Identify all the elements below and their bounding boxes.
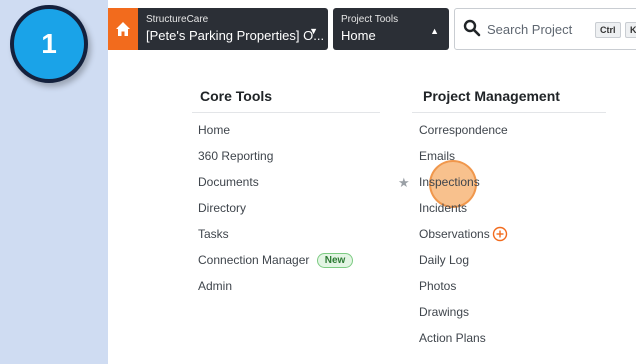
home-icon	[116, 22, 130, 36]
project-tools-selector[interactable]: Project Tools Home ▲	[333, 8, 449, 50]
tool-link-documents[interactable]: Documents	[198, 175, 259, 189]
tool-link-360-reporting[interactable]: 360 Reporting	[198, 149, 273, 163]
tool-link-correspondence[interactable]: Correspondence	[419, 123, 508, 137]
tool-link-home[interactable]: Home	[198, 123, 230, 137]
caret-down-icon: ▼	[309, 26, 318, 36]
top-navigation-bar: StructureCare [Pete's Parking Properties…	[108, 0, 636, 58]
search-project-input[interactable]: Search Project Ctrl K	[454, 8, 636, 50]
tool-link-tasks[interactable]: Tasks	[198, 227, 229, 241]
search-icon	[463, 19, 481, 37]
step-number: 1	[41, 28, 57, 59]
tool-link-directory[interactable]: Directory	[198, 201, 246, 215]
tool-link-admin[interactable]: Admin	[198, 279, 232, 293]
tool-link-connection-manager[interactable]: Connection Manager	[198, 253, 309, 267]
core-tools-heading: Core Tools	[200, 88, 273, 104]
new-badge: New	[316, 253, 354, 268]
core-tools-divider	[192, 112, 380, 113]
tool-link-photos[interactable]: Photos	[419, 279, 456, 293]
tools-label: Project Tools	[341, 14, 399, 25]
add-circle-icon[interactable]	[492, 226, 508, 242]
tool-link-daily-log[interactable]: Daily Log	[419, 253, 469, 267]
tool-link-connection-manager-row[interactable]: Connection Manager New	[198, 253, 354, 268]
tool-link-inspections[interactable]: Inspections	[419, 175, 480, 189]
tool-link-drawings[interactable]: Drawings	[419, 305, 469, 319]
project-management-heading: Project Management	[423, 88, 560, 104]
project-name: [Pete's Parking Properties] O...	[146, 28, 325, 43]
shortcut-key-ctrl: Ctrl	[595, 22, 621, 38]
search-placeholder: Search Project	[487, 22, 573, 37]
caret-up-icon: ▲	[430, 26, 439, 36]
current-tool: Home	[341, 28, 376, 43]
project-management-divider	[412, 112, 606, 113]
company-name: StructureCare	[146, 14, 209, 25]
step-number-badge: 1	[10, 5, 88, 83]
favorite-star-icon[interactable]: ★	[398, 175, 410, 191]
app-screenshot: StructureCare [Pete's Parking Properties…	[108, 0, 636, 364]
shortcut-key-k: K	[625, 22, 636, 38]
home-button[interactable]	[108, 8, 138, 50]
tool-link-observations[interactable]: Observations	[419, 227, 490, 241]
tool-link-incidents[interactable]: Incidents	[419, 201, 467, 215]
company-project-selector[interactable]: StructureCare [Pete's Parking Properties…	[138, 8, 328, 50]
tool-link-action-plans[interactable]: Action Plans	[419, 331, 486, 345]
